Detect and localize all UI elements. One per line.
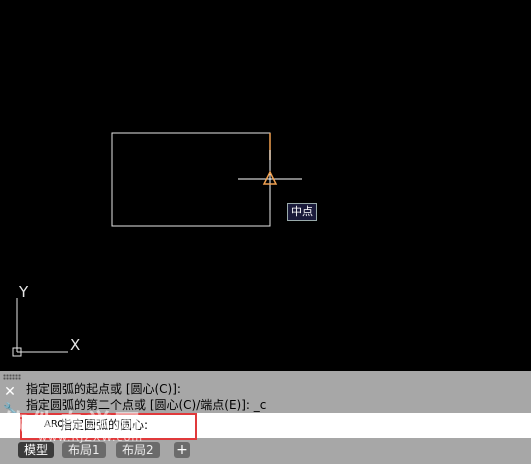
tab-layout2[interactable]: 布局2 [116, 442, 160, 458]
panel-grip-handle[interactable] [3, 374, 21, 380]
ucs-y-label: Y [18, 283, 29, 301]
drawing-svg: Y X [12, 132, 302, 357]
command-history-line: 指定圆弧的起点或 [圆心(C)]: [26, 382, 181, 396]
tab-layout1[interactable]: 布局1 [62, 442, 106, 458]
add-layout-icon[interactable]: + [174, 442, 190, 458]
tab-model[interactable]: 模型 [18, 442, 55, 458]
osnap-tooltip: 中点 [287, 203, 317, 221]
close-icon[interactable]: ✕ [3, 385, 17, 399]
ucs-x-label: X [70, 336, 80, 354]
drawing-canvas[interactable]: Y X 中点 [0, 0, 531, 371]
watermark-url: www.RJZXW.com [38, 431, 144, 444]
